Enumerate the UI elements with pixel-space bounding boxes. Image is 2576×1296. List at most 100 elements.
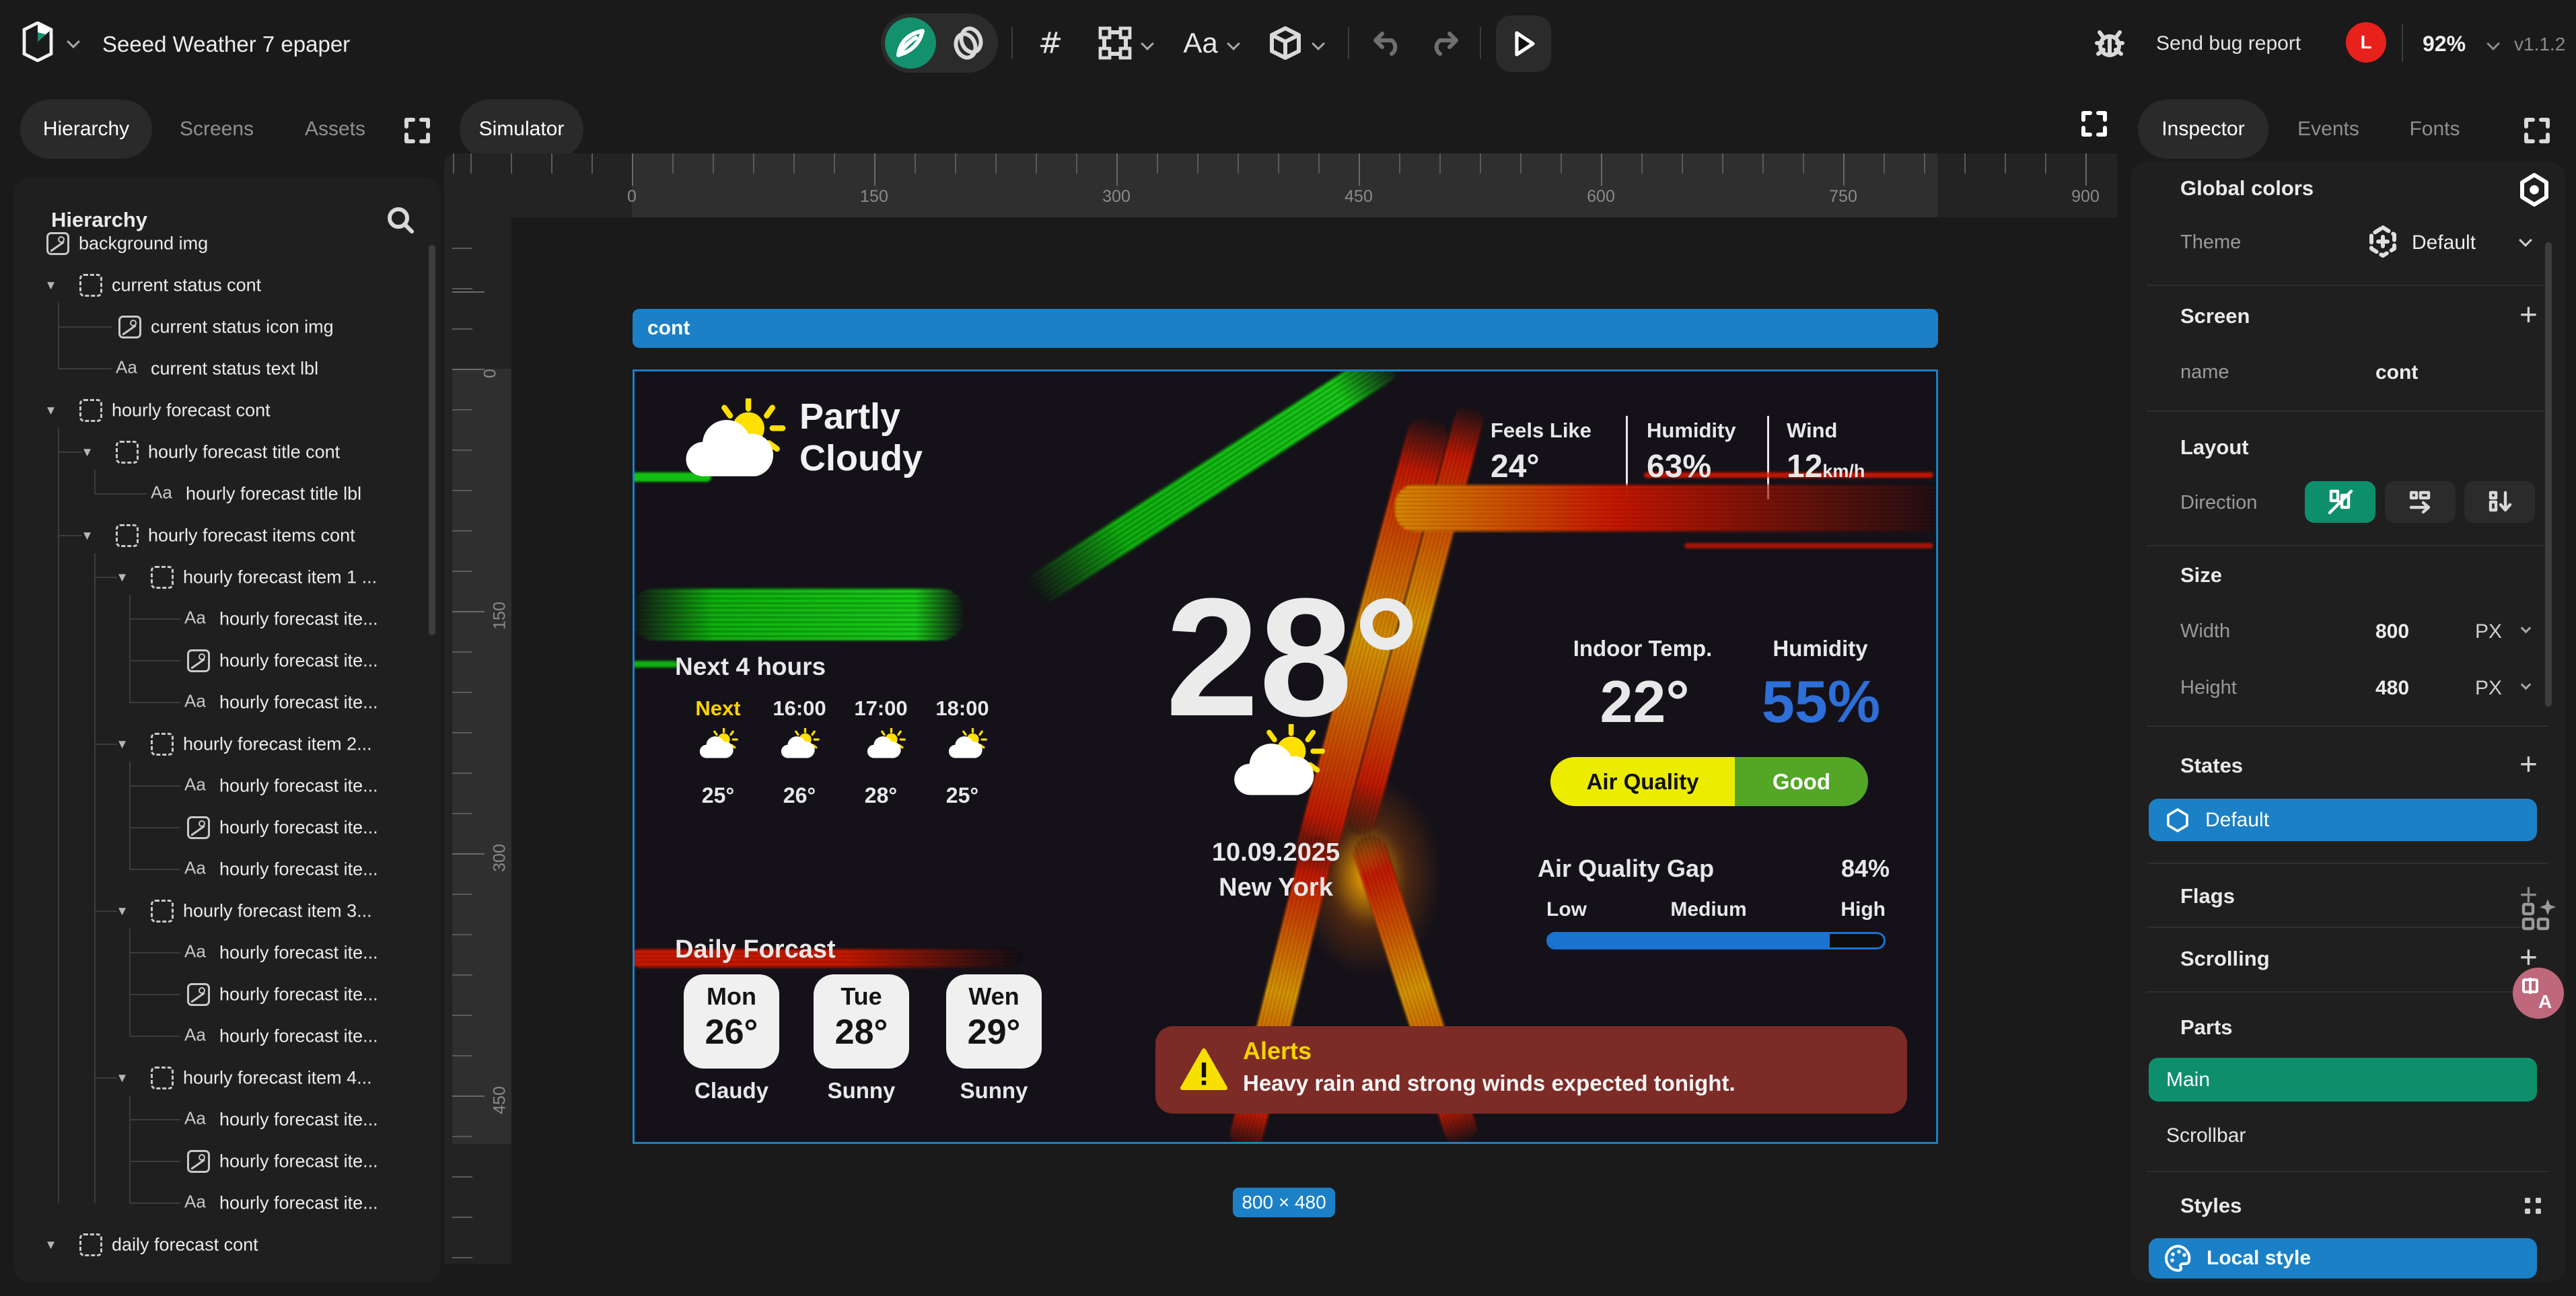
app-logo-icon[interactable] bbox=[19, 22, 57, 62]
play-button[interactable] bbox=[1496, 15, 1551, 72]
tree-row[interactable]: hourly forecast ite... bbox=[13, 974, 441, 1015]
tree-row[interactable]: Aahourly forecast ite... bbox=[13, 682, 441, 723]
caret-down-icon[interactable]: ▾ bbox=[118, 903, 126, 920]
selection-header[interactable]: cont bbox=[633, 309, 1938, 348]
widget-tool-button[interactable] bbox=[1264, 22, 1307, 65]
tab-hierarchy[interactable]: Hierarchy bbox=[20, 100, 152, 159]
tree-row[interactable]: Aahourly forecast ite... bbox=[13, 1183, 441, 1223]
caret-down-icon[interactable]: ▾ bbox=[83, 528, 91, 544]
expand-canvas-icon[interactable] bbox=[2079, 109, 2109, 139]
part-scrollbar[interactable]: Scrollbar bbox=[2149, 1117, 2537, 1155]
zoom-chevron-icon[interactable] bbox=[2486, 37, 2500, 50]
grid-toggle-button[interactable]: # bbox=[1029, 22, 1072, 65]
frame-tool-chevron-icon[interactable] bbox=[1141, 37, 1154, 50]
tab-fonts[interactable]: Fonts bbox=[2404, 100, 2466, 159]
tree-row[interactable]: ▾hourly forecast item 4... bbox=[13, 1058, 441, 1098]
tree-label: hourly forecast ite... bbox=[219, 1026, 378, 1047]
tree-row[interactable]: ▾hourly forecast items cont bbox=[13, 515, 441, 556]
width-value[interactable]: 800 bbox=[2375, 620, 2409, 643]
part-main[interactable]: Main bbox=[2149, 1058, 2537, 1102]
width-unit[interactable]: PX bbox=[2475, 620, 2502, 643]
add-state-button[interactable]: + bbox=[2519, 748, 2538, 779]
tree-label: hourly forecast ite... bbox=[219, 609, 378, 630]
caret-down-icon[interactable]: ▾ bbox=[47, 277, 55, 294]
glitch-red-line bbox=[1684, 543, 1933, 548]
tree-row[interactable]: Aahourly forecast ite... bbox=[13, 1016, 441, 1056]
tree-label: hourly forecast item 2... bbox=[183, 734, 372, 755]
redo-button[interactable] bbox=[1423, 22, 1466, 65]
screen-name-value[interactable]: cont bbox=[2375, 361, 2418, 384]
tree-label: background img bbox=[79, 233, 208, 254]
tree-row[interactable]: hourly forecast ite... bbox=[13, 641, 441, 681]
tab-events[interactable]: Events bbox=[2296, 100, 2361, 159]
direction-column-button[interactable] bbox=[2464, 481, 2535, 523]
tab-simulator[interactable]: Simulator bbox=[460, 100, 583, 159]
undo-button[interactable] bbox=[1366, 22, 1409, 65]
direction-label: Direction bbox=[2180, 492, 2257, 514]
simulator-canvas[interactable]: PartlyCloudy Feels Like 24° Humidity 63%… bbox=[633, 369, 1938, 1144]
tree-row[interactable]: ▾daily forecast cont bbox=[13, 1225, 441, 1265]
local-style-pill[interactable]: Local style bbox=[2149, 1238, 2537, 1279]
expand-left-panel-icon[interactable] bbox=[402, 116, 432, 145]
tree-row[interactable]: Aahourly forecast ite... bbox=[13, 933, 441, 973]
ruler-label: 0 bbox=[627, 187, 637, 207]
text-tool-chevron-icon[interactable] bbox=[1227, 37, 1240, 50]
height-unit-chevron-icon[interactable] bbox=[2521, 680, 2532, 690]
caret-down-icon[interactable]: ▾ bbox=[83, 444, 91, 461]
frame-tool-button[interactable] bbox=[1094, 22, 1137, 65]
caret-down-icon[interactable]: ▾ bbox=[118, 569, 126, 586]
global-colors-hexagon-icon[interactable] bbox=[2518, 172, 2550, 207]
tree-row[interactable]: ▾hourly forecast item 1 ... bbox=[13, 557, 441, 598]
project-menu-chevron-icon[interactable] bbox=[67, 35, 80, 48]
tree-row[interactable]: Aahourly forecast ite... bbox=[13, 766, 441, 806]
theme-chevron-icon[interactable] bbox=[2519, 233, 2532, 247]
direction-row-button[interactable] bbox=[2385, 481, 2456, 523]
canvas-size-badge: 800 × 480 bbox=[1233, 1188, 1335, 1217]
tree-row[interactable]: Aahourly forecast ite... bbox=[13, 599, 441, 639]
layers-tool-button[interactable] bbox=[943, 17, 994, 69]
svg-text:A: A bbox=[2538, 991, 2552, 1011]
avatar[interactable]: L bbox=[2346, 22, 2386, 63]
tree-row[interactable]: hourly forecast ite... bbox=[13, 1141, 441, 1182]
extension-capture-icon[interactable] bbox=[2519, 895, 2561, 934]
pen-tool-button[interactable] bbox=[885, 17, 936, 69]
height-unit[interactable]: PX bbox=[2475, 677, 2502, 700]
text-tool-button[interactable]: Aa bbox=[1179, 22, 1222, 65]
caret-down-icon[interactable]: ▾ bbox=[47, 402, 55, 419]
caret-down-icon[interactable]: ▾ bbox=[118, 1070, 126, 1087]
tree-row[interactable]: ▾ hourly forecast item 2... bbox=[13, 724, 441, 764]
expand-right-panel-icon[interactable] bbox=[2522, 116, 2552, 145]
tab-inspector[interactable]: Inspector bbox=[2138, 100, 2268, 159]
zoom-level[interactable]: 92% bbox=[2423, 32, 2466, 57]
direction-none-button[interactable] bbox=[2305, 481, 2375, 523]
caret-down-icon[interactable]: ▾ bbox=[118, 736, 126, 753]
add-screen-button[interactable]: + bbox=[2519, 299, 2538, 330]
date-label: 10.09.2025 bbox=[1212, 838, 1340, 867]
inspector-scrollbar[interactable] bbox=[2545, 242, 2552, 707]
tree-row[interactable]: ▾hourly forecast title cont bbox=[13, 432, 441, 472]
state-default[interactable]: Default bbox=[2149, 799, 2537, 841]
section-divider bbox=[2147, 285, 2549, 286]
tree-row[interactable]: Aahourly forecast ite... bbox=[13, 849, 441, 890]
tree-row[interactable]: ▾hourly forecast item 3... bbox=[13, 891, 441, 931]
tree-row[interactable]: Aahourly forecast ite... bbox=[13, 1100, 441, 1140]
tree-row[interactable]: Aahourly forecast title lbl bbox=[13, 474, 441, 514]
tree-row[interactable]: ▾current status cont bbox=[13, 265, 441, 305]
tree-row[interactable]: hourly forecast ite... bbox=[13, 807, 441, 848]
tree-row[interactable]: current status icon img bbox=[13, 307, 441, 347]
inspector-panel: Global colors Theme Default Screen + nam… bbox=[2131, 161, 2565, 1282]
tab-assets[interactable]: Assets bbox=[301, 100, 369, 159]
translate-fab[interactable]: A bbox=[2513, 968, 2564, 1019]
tree-row[interactable]: Aacurrent status text lbl bbox=[13, 349, 441, 389]
widget-tool-chevron-icon[interactable] bbox=[1312, 37, 1325, 50]
width-unit-chevron-icon[interactable] bbox=[2521, 623, 2532, 634]
height-value[interactable]: 480 bbox=[2375, 677, 2409, 700]
theme-value[interactable]: Default bbox=[2412, 231, 2476, 254]
theme-label: Theme bbox=[2180, 231, 2241, 254]
tree-row[interactable]: background img bbox=[13, 223, 441, 264]
tab-screens[interactable]: Screens bbox=[176, 100, 257, 159]
tree-row[interactable]: ▾hourly forecast cont bbox=[13, 390, 441, 431]
caret-down-icon[interactable]: ▾ bbox=[47, 1237, 55, 1254]
styles-grid-icon[interactable] bbox=[2525, 1198, 2530, 1203]
send-bug-report-button[interactable]: Send bug report bbox=[2156, 32, 2301, 55]
